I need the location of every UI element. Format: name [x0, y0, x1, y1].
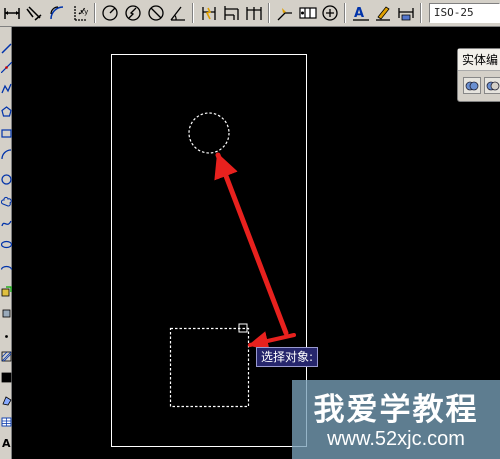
- quick-dimension-icon[interactable]: [198, 2, 220, 25]
- toolbar-separator: [268, 3, 271, 23]
- point-icon[interactable]: [0, 327, 12, 345]
- diameter-dimension-icon[interactable]: [145, 2, 167, 25]
- ellipse-icon[interactable]: [0, 235, 12, 253]
- circle-icon[interactable]: [0, 170, 12, 188]
- arc-length-icon[interactable]: [46, 2, 68, 25]
- table-icon[interactable]: [0, 412, 12, 430]
- annotation-arrow-to-circle: [214, 152, 289, 336]
- selected-square[interactable]: [169, 327, 250, 408]
- dimension-toolbar: xy A ISO-25: [0, 0, 500, 27]
- solid-panel-title[interactable]: 实体编: [458, 49, 500, 71]
- solid-editing-panel: 实体编: [457, 48, 500, 102]
- draw-toolbar: A: [0, 27, 12, 459]
- subtract-icon[interactable]: [484, 77, 500, 94]
- continue-dimension-icon[interactable]: [243, 2, 265, 25]
- svg-text:A: A: [2, 437, 11, 448]
- toolbar-separator: [419, 3, 422, 23]
- make-block-icon[interactable]: [0, 304, 12, 322]
- region-icon[interactable]: [0, 391, 12, 409]
- toolbar-separator: [343, 3, 346, 23]
- radius-dimension-icon[interactable]: [100, 2, 122, 25]
- baseline-dimension-icon[interactable]: [221, 2, 243, 25]
- watermark: 我爱学教程 www.52xjc.com: [292, 380, 500, 459]
- dimension-style-select[interactable]: ISO-25: [428, 3, 500, 23]
- hatch-icon[interactable]: [0, 347, 12, 365]
- dimension-text-edit-icon[interactable]: [373, 2, 395, 25]
- dimension-edit-icon[interactable]: A: [350, 2, 372, 25]
- rectangle-icon[interactable]: [0, 124, 12, 142]
- toolbar-separator: [93, 3, 96, 23]
- construction-line-icon[interactable]: [0, 58, 12, 76]
- tolerance-icon[interactable]: [297, 2, 319, 25]
- polyline-icon[interactable]: [0, 79, 12, 97]
- dimension-update-icon[interactable]: [395, 2, 417, 25]
- quick-leader-icon[interactable]: [274, 2, 296, 25]
- selected-circle[interactable]: [188, 112, 230, 154]
- revision-cloud-icon[interactable]: [0, 192, 12, 210]
- svg-text:xy: xy: [80, 8, 88, 16]
- outer-rectangle[interactable]: [111, 54, 307, 447]
- line-icon[interactable]: [0, 39, 12, 57]
- angular-dimension-icon[interactable]: [167, 2, 189, 25]
- ellipse-arc-icon[interactable]: [0, 260, 12, 278]
- watermark-url: www.52xjc.com: [327, 428, 465, 450]
- arc-icon[interactable]: [0, 145, 12, 163]
- toolbar-separator: [192, 3, 195, 23]
- watermark-title: 我爱学教程: [313, 392, 479, 428]
- spline-icon[interactable]: [0, 214, 12, 232]
- union-icon[interactable]: [463, 77, 481, 94]
- aligned-dimension-icon[interactable]: [24, 2, 46, 25]
- insert-block-icon[interactable]: [0, 282, 12, 300]
- multiline-text-icon[interactable]: A: [0, 433, 12, 451]
- center-mark-icon[interactable]: [319, 2, 341, 25]
- svg-text:A: A: [354, 6, 364, 21]
- gradient-icon[interactable]: [0, 368, 12, 386]
- annotation-arrow-to-square: [248, 331, 296, 351]
- polygon-icon[interactable]: [0, 102, 12, 120]
- ordinate-dimension-icon[interactable]: xy: [69, 2, 91, 25]
- jogged-dimension-icon[interactable]: [122, 2, 144, 25]
- linear-dimension-icon[interactable]: [1, 2, 23, 25]
- command-prompt-tooltip: 选择对象:: [256, 347, 319, 367]
